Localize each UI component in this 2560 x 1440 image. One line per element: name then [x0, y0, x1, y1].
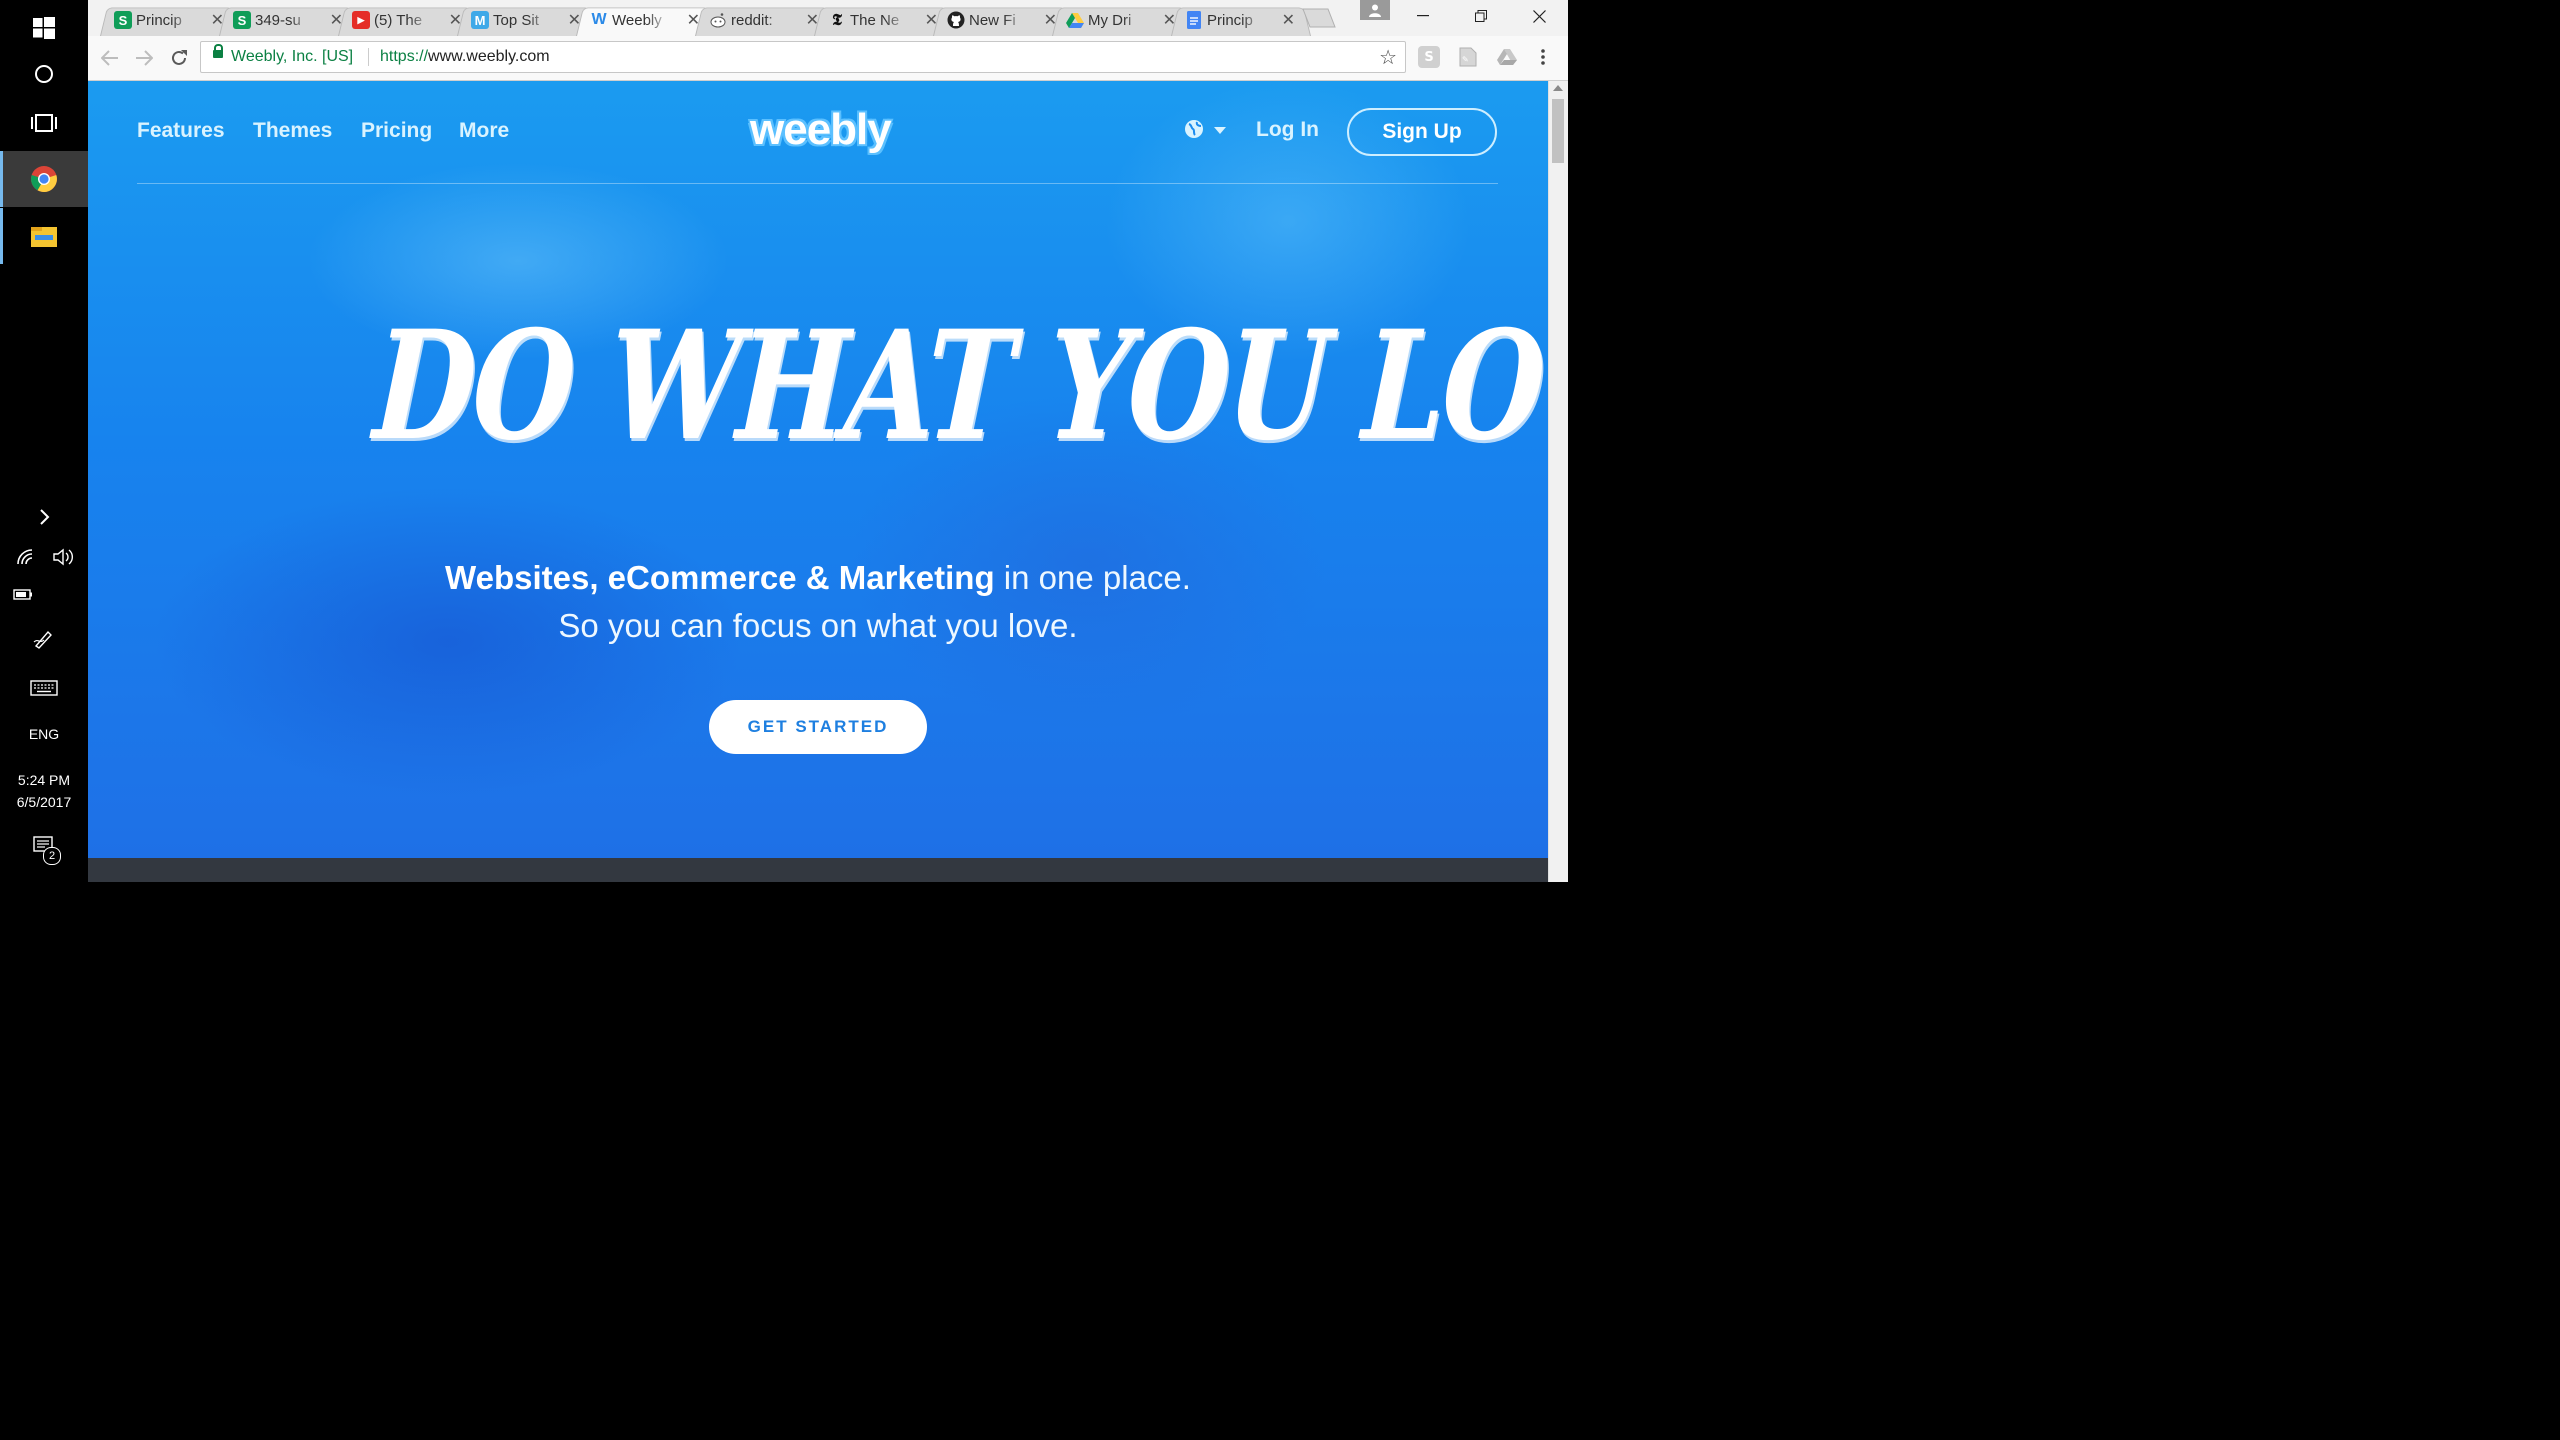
tab-google-drive[interactable]: My Dri ✕ [1052, 4, 1192, 36]
pdf-extension-icon[interactable]: ✎ [1457, 46, 1479, 68]
secure-lock-icon [213, 44, 223, 58]
reddit-icon [709, 11, 727, 29]
chrome-window: S Princip ✕ S 349-su ✕ ▶ (5) The ✕ M Top… [88, 0, 1568, 882]
hero-headline: DO WHAT YOU LOVE [369, 298, 1548, 474]
hero-headline-container: DO WHAT YOU LOVE [186, 286, 1548, 546]
page-scrollbar[interactable] [1548, 81, 1568, 882]
notification-count-badge: 2 [43, 847, 61, 865]
tab-title: Top Sit [493, 11, 539, 29]
nav-divider [137, 183, 1498, 184]
scrollbar-thumb[interactable] [1552, 99, 1564, 163]
task-view-icon[interactable] [0, 95, 88, 151]
skype-extension-icon[interactable]: S [1418, 46, 1440, 68]
hero-tagline: Websites, eCommerce & Marketing in one p… [88, 559, 1548, 597]
tab-close-icon[interactable]: ✕ [1282, 10, 1295, 30]
globe-language-icon[interactable] [1184, 119, 1206, 141]
tab-title: Princip [136, 11, 182, 29]
nav-features[interactable]: Features [137, 119, 225, 143]
next-section-band [88, 858, 1548, 882]
address-bar[interactable]: Weebly, Inc. [US] https://www.weebly.com… [200, 41, 1406, 73]
tab-strip: S Princip ✕ S 349-su ✕ ▶ (5) The ✕ M Top… [88, 0, 1568, 36]
clock-time[interactable]: 5:24 PM [0, 772, 88, 788]
sheets-s-icon: S [114, 11, 132, 29]
tab-close-icon[interactable]: ✕ [925, 10, 938, 30]
file-explorer-icon[interactable] [0, 208, 88, 264]
tab-title: (5) The [374, 11, 423, 29]
show-hidden-icons-chevron-icon[interactable] [0, 489, 88, 545]
tab-close-icon[interactable]: ✕ [1044, 10, 1057, 30]
scroll-up-arrow-icon[interactable] [1553, 85, 1563, 91]
google-docs-icon [1185, 11, 1203, 29]
tab-title: 349-su [255, 11, 301, 29]
nav-themes[interactable]: Themes [253, 119, 332, 143]
nytimes-icon: 𝕿 [832, 10, 842, 29]
chrome-menu-icon[interactable] [1536, 46, 1550, 68]
profile-avatar-icon[interactable] [1360, 0, 1390, 20]
tab-top-sites[interactable]: M Top Sit ✕ [457, 4, 597, 36]
wifi-icon[interactable] [14, 546, 38, 568]
tab-github[interactable]: New Fi ✕ [933, 4, 1073, 36]
login-link[interactable]: Log In [1256, 118, 1319, 142]
tab-close-icon[interactable]: ✕ [330, 10, 343, 30]
tab-youtube[interactable]: ▶ (5) The ✕ [338, 4, 478, 36]
github-icon [947, 11, 965, 29]
tab-title: reddit: [731, 11, 773, 29]
tab-sheets-2[interactable]: S 349-su ✕ [219, 4, 359, 36]
battery-icon[interactable] [12, 586, 36, 604]
signup-button[interactable]: Sign Up [1347, 108, 1497, 156]
tab-title: My Dri [1088, 11, 1132, 29]
google-drive-icon [1066, 11, 1084, 29]
close-window-icon[interactable] [1516, 0, 1562, 32]
back-arrow-icon[interactable] [98, 46, 122, 70]
hero-tagline-rest: in one place. [994, 559, 1191, 596]
pen-workspace-icon[interactable] [32, 628, 56, 652]
tab-close-icon[interactable]: ✕ [568, 10, 581, 30]
security-label[interactable]: Weebly, Inc. [US] [231, 48, 353, 66]
tab-reddit[interactable]: reddit: ✕ [695, 4, 835, 36]
browser-toolbar: Weebly, Inc. [US] https://www.weebly.com… [88, 36, 1568, 81]
reload-icon[interactable] [167, 46, 191, 70]
drive-extension-icon[interactable] [1496, 46, 1518, 68]
bookmark-star-icon[interactable]: ☆ [1379, 45, 1397, 70]
youtube-icon: ▶ [352, 11, 370, 29]
action-center-icon[interactable]: 2 [32, 835, 64, 865]
tab-close-icon[interactable]: ✕ [1163, 10, 1176, 30]
m-icon: M [471, 11, 489, 29]
tab-close-icon[interactable]: ✕ [687, 10, 700, 30]
nav-pricing[interactable]: Pricing [361, 119, 432, 143]
restore-icon[interactable] [1458, 0, 1504, 32]
weebly-homepage: Features Themes Pricing More weebly Log … [88, 81, 1548, 882]
tab-title: Princip [1207, 11, 1253, 29]
get-started-button[interactable]: GET STARTED [709, 700, 927, 754]
cortana-search-icon[interactable] [0, 46, 88, 102]
new-tab-button[interactable] [1302, 8, 1336, 28]
tab-close-icon[interactable]: ✕ [806, 10, 819, 30]
tab-weebly[interactable]: W Weebly ✕ [576, 4, 716, 36]
svg-text:✎: ✎ [1462, 55, 1469, 64]
forward-arrow-icon[interactable] [132, 46, 156, 70]
nav-more[interactable]: More [459, 119, 509, 143]
volume-icon[interactable] [50, 546, 76, 568]
tab-title: Weebly [612, 11, 662, 29]
tab-title: New Fi [969, 11, 1016, 29]
chrome-taskbar-icon[interactable] [0, 151, 88, 207]
windows-taskbar: ENG 5:24 PM 6/5/2017 2 [0, 0, 88, 882]
input-language[interactable]: ENG [0, 726, 88, 742]
sheets-s-icon: S [233, 11, 251, 29]
minimize-icon[interactable] [1400, 0, 1446, 32]
hero-tagline-bold: Websites, eCommerce & Marketing [445, 559, 995, 596]
tab-close-icon[interactable]: ✕ [211, 10, 224, 30]
url-text[interactable]: https://www.weebly.com [380, 48, 550, 66]
hero-subtagline: So you can focus on what you love. [558, 607, 1078, 644]
language-dropdown-icon[interactable] [1214, 127, 1226, 134]
tab-sheets-1[interactable]: S Princip ✕ [100, 4, 240, 36]
tab-close-icon[interactable]: ✕ [449, 10, 462, 30]
weebly-logo[interactable]: weebly [750, 105, 892, 155]
clock-date[interactable]: 6/5/2017 [0, 794, 88, 810]
tab-nytimes[interactable]: 𝕿 The Ne ✕ [814, 4, 954, 36]
tab-google-docs[interactable]: Princip ✕ [1171, 4, 1311, 36]
touch-keyboard-icon[interactable] [30, 680, 60, 698]
tab-title: The Ne [850, 11, 900, 29]
weebly-icon: W [591, 11, 607, 28]
